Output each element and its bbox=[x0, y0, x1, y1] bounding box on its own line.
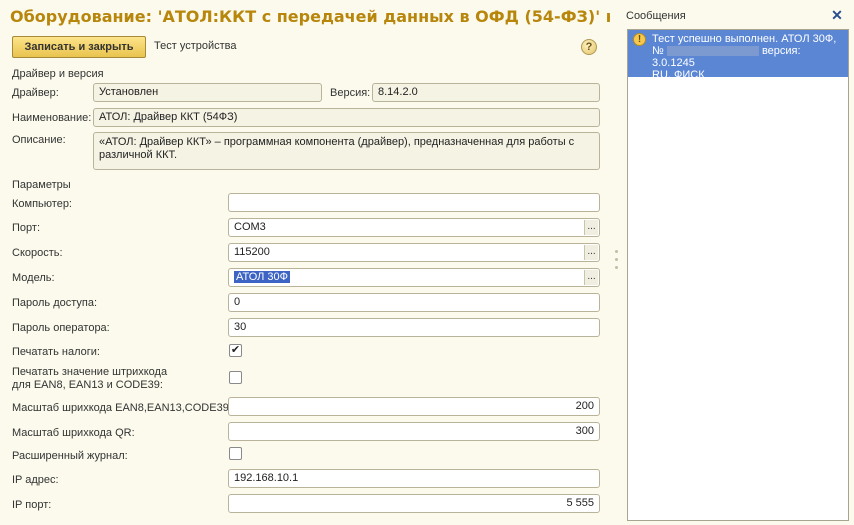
qr-scale-label: Масштаб шрихкода QR: bbox=[12, 427, 135, 439]
barcode-scale-label: Масштаб шрихкода EAN8,EAN13,CODE39: bbox=[12, 402, 232, 414]
message-line-3: RU, ФИСК bbox=[652, 69, 705, 81]
help-icon[interactable]: ? bbox=[581, 39, 597, 55]
test-device-button[interactable]: Тест устройства bbox=[154, 40, 236, 52]
ip-port-label: IP порт: bbox=[12, 499, 52, 511]
version-field: 8.14.2.0 bbox=[372, 83, 600, 102]
model-input[interactable]: АТОЛ 30Ф ... bbox=[228, 268, 600, 287]
message-number-prefix: № bbox=[652, 45, 664, 57]
operator-password-input[interactable]: 30 bbox=[228, 318, 600, 337]
print-taxes-checkbox[interactable]: ✔ bbox=[229, 344, 242, 357]
print-barcode-value-label-line2: для EAN8, EAN13 и CODE39: bbox=[12, 379, 163, 391]
access-password-label: Пароль доступа: bbox=[12, 297, 98, 309]
computer-label: Компьютер: bbox=[12, 198, 72, 210]
extended-log-checkbox[interactable] bbox=[229, 447, 242, 460]
driver-field: Установлен bbox=[93, 83, 322, 102]
speed-pick-button[interactable]: ... bbox=[584, 245, 598, 260]
description-field: «АТОЛ: Драйвер ККТ» – программная компон… bbox=[93, 132, 600, 170]
splitter-grip-dot bbox=[615, 266, 618, 269]
version-label: Версия: bbox=[330, 87, 371, 99]
model-label: Модель: bbox=[12, 272, 55, 284]
close-icon[interactable]: ✕ bbox=[830, 8, 844, 22]
name-field: АТОЛ: Драйвер ККТ (54ФЗ) bbox=[93, 108, 600, 127]
print-barcode-value-label: Печатать значение штрихкода для EAN8, EA… bbox=[12, 366, 167, 392]
qr-scale-input[interactable]: 300 bbox=[228, 422, 600, 441]
barcode-scale-input[interactable]: 200 bbox=[228, 397, 600, 416]
splitter-grip-dot bbox=[615, 258, 618, 261]
port-value: COM3 bbox=[234, 221, 266, 233]
print-barcode-value-label-line1: Печатать значение штрихкода bbox=[12, 366, 168, 378]
panel-splitter[interactable] bbox=[612, 0, 620, 525]
print-taxes-label: Печатать налоги: bbox=[12, 346, 100, 358]
model-value: АТОЛ 30Ф bbox=[234, 271, 291, 283]
ip-address-input[interactable]: 192.168.10.1 bbox=[228, 469, 600, 488]
save-and-close-button[interactable]: Записать и закрыть bbox=[12, 36, 146, 58]
driver-label: Драйвер: bbox=[12, 87, 59, 99]
messages-panel-title: Сообщения bbox=[626, 10, 686, 22]
warning-icon: ! bbox=[633, 33, 646, 46]
ip-address-label: IP адрес: bbox=[12, 474, 59, 486]
operator-password-label: Пароль оператора: bbox=[12, 322, 110, 334]
params-section-heading: Параметры bbox=[12, 179, 71, 191]
redacted-serial-number bbox=[666, 46, 759, 57]
computer-input[interactable] bbox=[228, 193, 600, 212]
access-password-input[interactable]: 0 bbox=[228, 293, 600, 312]
port-label: Порт: bbox=[12, 222, 40, 234]
speed-value: 115200 bbox=[234, 246, 270, 258]
model-pick-button[interactable]: ... bbox=[584, 270, 598, 285]
description-label: Описание: bbox=[12, 134, 66, 146]
ip-port-input[interactable]: 5 555 bbox=[228, 494, 600, 513]
driver-section-heading: Драйвер и версия bbox=[12, 68, 104, 80]
port-input[interactable]: COM3 ... bbox=[228, 218, 600, 237]
speed-label: Скорость: bbox=[12, 247, 63, 259]
message-text: Тест успешно выполнен. АТОЛ 30Ф, № верси… bbox=[652, 33, 844, 81]
splitter-grip-dot bbox=[615, 250, 618, 253]
form-area: Оборудование: 'АТОЛ:ККТ с передачей данн… bbox=[0, 0, 612, 525]
message-line-2: № версия: 3.0.1245 bbox=[652, 45, 844, 69]
message-line-1: Тест успешно выполнен. АТОЛ 30Ф, bbox=[652, 33, 837, 45]
message-item[interactable]: ! Тест успешно выполнен. АТОЛ 30Ф, № вер… bbox=[628, 30, 848, 81]
port-pick-button[interactable]: ... bbox=[584, 220, 598, 235]
speed-input[interactable]: 115200 ... bbox=[228, 243, 600, 262]
name-label: Наименование: bbox=[12, 112, 92, 124]
messages-list: ! Тест успешно выполнен. АТОЛ 30Ф, № вер… bbox=[627, 29, 849, 521]
window-title: Оборудование: 'АТОЛ:ККТ с передачей данн… bbox=[10, 7, 610, 26]
extended-log-label: Расширенный журнал: bbox=[12, 450, 128, 462]
print-barcode-value-checkbox[interactable] bbox=[229, 371, 242, 384]
